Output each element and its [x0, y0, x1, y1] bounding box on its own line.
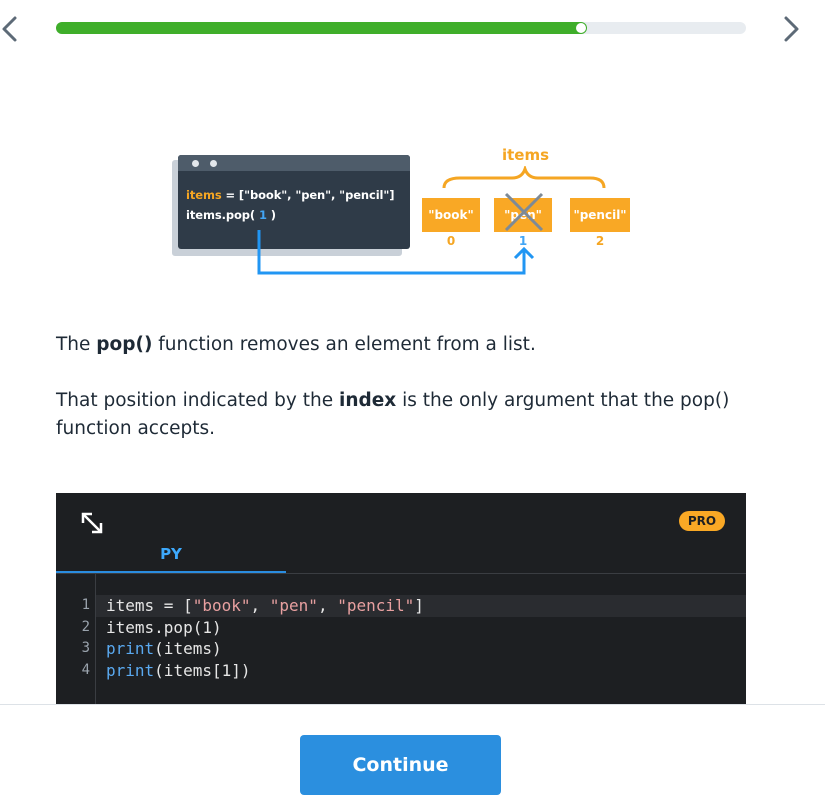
- code-card-titlebar: [178, 155, 410, 171]
- expand-icon: [81, 512, 103, 534]
- progress-fill: [56, 22, 587, 34]
- back-button[interactable]: [0, 14, 26, 44]
- list-element-0: "book": [422, 198, 480, 232]
- footer-divider: [0, 704, 825, 705]
- lesson-paragraph-1: The pop() function removes an element fr…: [56, 334, 536, 355]
- code-line[interactable]: items = ["book", "pen", "pencil"]: [106, 596, 424, 615]
- index-label-2: 2: [595, 234, 605, 248]
- chevron-left-icon: [2, 16, 17, 42]
- line-number: 4: [81, 662, 90, 678]
- progress-bar: [56, 22, 746, 34]
- list-name-label: items: [502, 146, 550, 164]
- window-dot: [192, 160, 199, 167]
- pop-illustration: items = ["book", "pen", "pencil"] items.…: [170, 140, 650, 290]
- tab-divider: [56, 573, 746, 574]
- progress-knob: [576, 23, 586, 33]
- continue-button[interactable]: Continue: [300, 735, 501, 795]
- line-number-gutter: 1 2 3 4: [56, 574, 96, 705]
- expand-button[interactable]: [78, 509, 106, 537]
- code-editor[interactable]: PRO PY 1 2 3 4 items = ["book", "pen", "…: [56, 493, 746, 705]
- code-line[interactable]: print(items): [106, 639, 222, 658]
- forward-button[interactable]: [776, 14, 806, 44]
- pro-badge: PRO: [679, 511, 725, 531]
- illus-code-line-2: items.pop( 1 ): [186, 208, 276, 222]
- chevron-right-icon: [784, 16, 799, 42]
- tab-py[interactable]: PY: [56, 537, 286, 573]
- pointer-arrow-icon: [257, 230, 535, 275]
- brace-icon: [442, 166, 606, 189]
- window-dot: [210, 160, 217, 167]
- lesson-paragraph-2: That position indicated by the index is …: [56, 390, 730, 439]
- illus-code-line-1: items = ["book", "pen", "pencil"]: [186, 188, 395, 202]
- list-element-2: "pencil": [570, 198, 630, 232]
- code-line[interactable]: items.pop(1): [106, 618, 222, 637]
- line-number: 1: [81, 597, 90, 613]
- remove-cross-icon: [504, 192, 544, 232]
- line-number: 2: [81, 619, 90, 635]
- code-line[interactable]: print(items[1]): [106, 661, 251, 680]
- line-number: 3: [81, 640, 90, 656]
